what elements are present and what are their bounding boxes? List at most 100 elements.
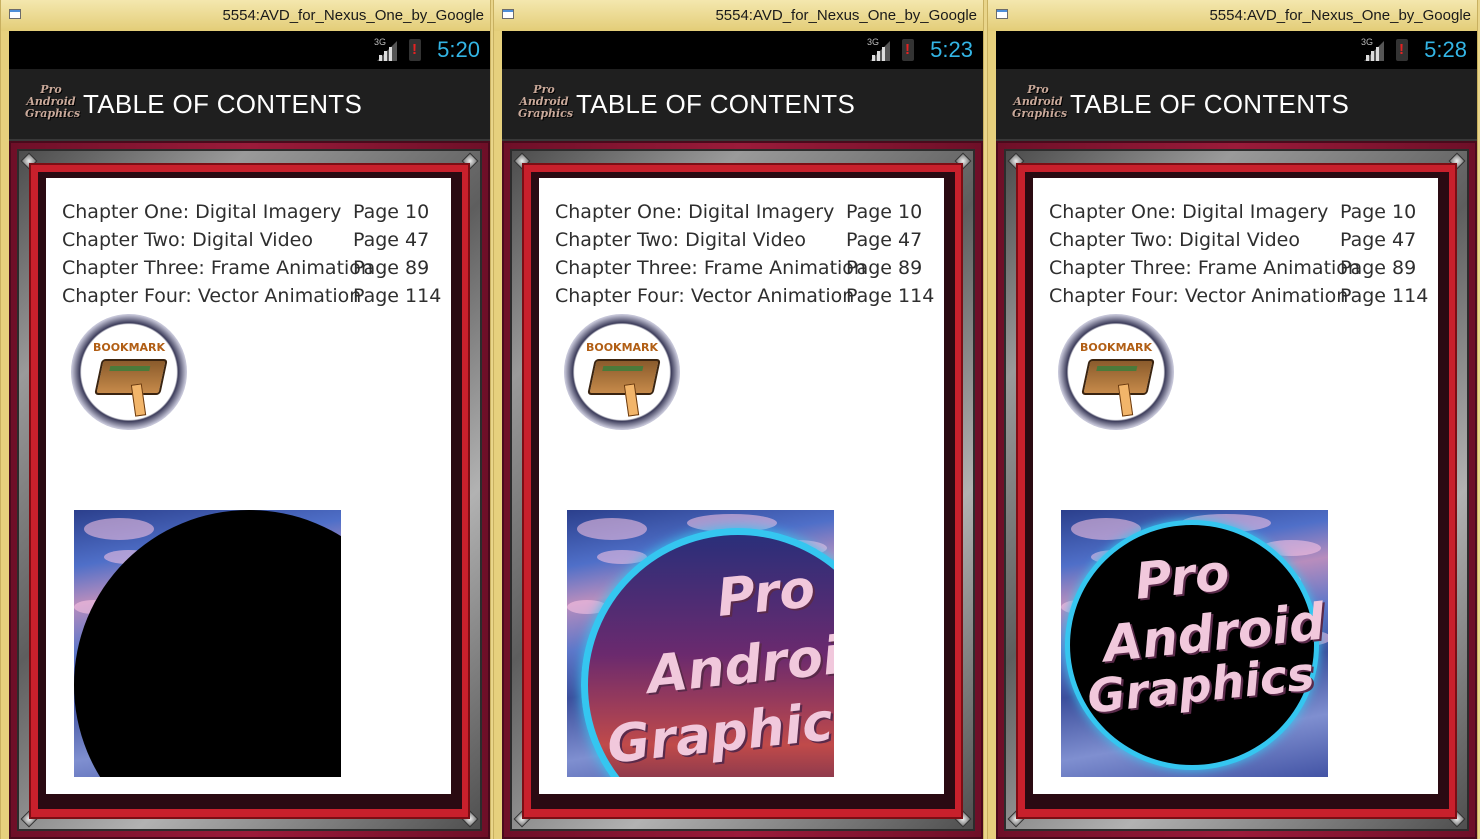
toc-page: Page 10 bbox=[1340, 201, 1417, 223]
toc-page: Page 10 bbox=[353, 201, 430, 223]
toc-row[interactable]: Chapter Three: Frame Animation Page 89 bbox=[1049, 254, 1428, 282]
signal-icon bbox=[377, 41, 397, 61]
content-page: Chapter One: Digital Imagery Page 10 Cha… bbox=[46, 178, 451, 794]
animated-logo-image[interactable]: Pro Android Graphic bbox=[567, 510, 834, 777]
status-clock: 5:28 bbox=[1424, 37, 1467, 62]
status-bar: 3G ! 5:23 bbox=[502, 31, 983, 69]
toc-row[interactable]: Chapter Two: Digital Video Page 47 bbox=[555, 226, 934, 254]
toc-chapter: Chapter Two: Digital Video bbox=[555, 229, 806, 251]
signal-icon bbox=[870, 41, 890, 61]
toc-chapter: Chapter One: Digital Imagery bbox=[555, 201, 835, 223]
logo-text-line: Pro bbox=[1132, 543, 1232, 611]
content-page: Chapter One: Digital Imagery Page 10 Cha… bbox=[539, 178, 944, 794]
app-logo-line: Graphics bbox=[25, 107, 81, 120]
battery-alert-mark: ! bbox=[1399, 41, 1404, 58]
cloud-shape bbox=[84, 518, 154, 540]
bookmark-label: BOOKMARK bbox=[585, 341, 659, 354]
app-logo-icon[interactable]: Pro Android Graphics bbox=[1012, 84, 1068, 124]
picture-frame: Chapter One: Digital Imagery Page 10 Cha… bbox=[9, 141, 490, 839]
toc-row[interactable]: Chapter Four: Vector Animation Page 114 bbox=[555, 282, 934, 310]
toc-row[interactable]: Chapter Two: Digital Video Page 47 bbox=[1049, 226, 1428, 254]
app-logo-icon[interactable]: Pro Android Graphics bbox=[25, 84, 81, 124]
toc-chapter: Chapter Three: Frame Animation bbox=[1049, 257, 1360, 279]
bookmark-button[interactable]: BOOKMARK bbox=[564, 314, 680, 430]
table-of-contents: Chapter One: Digital Imagery Page 10 Cha… bbox=[62, 198, 441, 310]
status-clock: 5:20 bbox=[437, 37, 480, 62]
animated-logo-image[interactable]: Pro Android Graphics bbox=[1061, 510, 1328, 777]
device-screen: 3G ! 5:20 Pro Android Graphics TABLE OF … bbox=[9, 31, 490, 839]
status-bar: 3G ! 5:28 bbox=[996, 31, 1477, 69]
window-title: 5554:AVD_for_Nexus_One_by_Google bbox=[1209, 7, 1471, 24]
toc-page: Page 47 bbox=[1340, 229, 1417, 251]
cloud-shape bbox=[577, 518, 647, 540]
app-title: TABLE OF CONTENTS bbox=[576, 89, 856, 119]
window-titlebar[interactable]: 5554:AVD_for_Nexus_One_by_Google bbox=[494, 0, 983, 31]
animated-logo-image[interactable] bbox=[74, 510, 341, 777]
window-title: 5554:AVD_for_Nexus_One_by_Google bbox=[222, 7, 484, 24]
toc-chapter: Chapter Three: Frame Animation bbox=[555, 257, 866, 279]
toc-chapter: Chapter Two: Digital Video bbox=[62, 229, 313, 251]
toc-chapter: Chapter Two: Digital Video bbox=[1049, 229, 1300, 251]
toc-row[interactable]: Chapter One: Digital Imagery Page 10 bbox=[555, 198, 934, 226]
table-of-contents: Chapter One: Digital Imagery Page 10 Cha… bbox=[1049, 198, 1428, 310]
battery-alert-mark: ! bbox=[412, 41, 417, 58]
signal-icon bbox=[1364, 41, 1384, 61]
window-icon[interactable] bbox=[9, 9, 21, 19]
bookmark-label: BOOKMARK bbox=[1079, 341, 1153, 354]
app-title: TABLE OF CONTENTS bbox=[1070, 89, 1350, 119]
window-title: 5554:AVD_for_Nexus_One_by_Google bbox=[715, 7, 977, 24]
app-title: TABLE OF CONTENTS bbox=[83, 89, 363, 119]
app-logo-line: Graphics bbox=[1012, 107, 1068, 120]
emulator-window: 5554:AVD_for_Nexus_One_by_Google 3G ! 5:… bbox=[987, 0, 1478, 839]
toc-page: Page 114 bbox=[846, 285, 935, 307]
toc-page: Page 89 bbox=[846, 257, 923, 279]
toc-page: Page 10 bbox=[846, 201, 923, 223]
battery-alert-icon: ! bbox=[1396, 39, 1408, 61]
battery-alert-mark: ! bbox=[905, 41, 910, 58]
toc-row[interactable]: Chapter Four: Vector Animation Page 114 bbox=[1049, 282, 1428, 310]
window-titlebar[interactable]: 5554:AVD_for_Nexus_One_by_Google bbox=[988, 0, 1477, 31]
emulator-window: 5554:AVD_for_Nexus_One_by_Google 3G ! 5:… bbox=[0, 0, 491, 839]
toc-row[interactable]: Chapter One: Digital Imagery Page 10 bbox=[1049, 198, 1428, 226]
status-bar: 3G ! 5:20 bbox=[9, 31, 490, 69]
toc-chapter: Chapter Four: Vector Animation bbox=[555, 285, 855, 307]
toc-row[interactable]: Chapter Three: Frame Animation Page 89 bbox=[62, 254, 441, 282]
table-of-contents: Chapter One: Digital Imagery Page 10 Cha… bbox=[555, 198, 934, 310]
toc-row[interactable]: Chapter One: Digital Imagery Page 10 bbox=[62, 198, 441, 226]
toc-row[interactable]: Chapter Four: Vector Animation Page 114 bbox=[62, 282, 441, 310]
bookmark-button[interactable]: BOOKMARK bbox=[71, 314, 187, 430]
content-page: Chapter One: Digital Imagery Page 10 Cha… bbox=[1033, 178, 1438, 794]
toc-chapter: Chapter One: Digital Imagery bbox=[62, 201, 342, 223]
action-bar: Pro Android Graphics TABLE OF CONTENTS bbox=[502, 69, 983, 141]
picture-frame: Chapter One: Digital Imagery Page 10 Cha… bbox=[502, 141, 983, 839]
toc-page: Page 47 bbox=[846, 229, 923, 251]
action-bar: Pro Android Graphics TABLE OF CONTENTS bbox=[996, 69, 1477, 141]
device-screen: 3G ! 5:23 Pro Android Graphics TABLE OF … bbox=[502, 31, 983, 839]
logo-text-line: Pro bbox=[714, 559, 818, 629]
window-icon[interactable] bbox=[996, 9, 1008, 19]
window-titlebar[interactable]: 5554:AVD_for_Nexus_One_by_Google bbox=[1, 0, 490, 31]
toc-page: Page 89 bbox=[1340, 257, 1417, 279]
battery-alert-icon: ! bbox=[902, 39, 914, 61]
window-icon[interactable] bbox=[502, 9, 514, 19]
emulator-window: 5554:AVD_for_Nexus_One_by_Google 3G ! 5:… bbox=[493, 0, 984, 839]
toc-chapter: Chapter One: Digital Imagery bbox=[1049, 201, 1329, 223]
toc-page: Page 114 bbox=[1340, 285, 1429, 307]
app-logo-icon[interactable]: Pro Android Graphics bbox=[518, 84, 574, 124]
bookmark-label: BOOKMARK bbox=[92, 341, 166, 354]
action-bar: Pro Android Graphics TABLE OF CONTENTS bbox=[9, 69, 490, 141]
picture-frame: Chapter One: Digital Imagery Page 10 Cha… bbox=[996, 141, 1477, 839]
toc-chapter: Chapter Three: Frame Animation bbox=[62, 257, 373, 279]
toc-chapter: Chapter Four: Vector Animation bbox=[62, 285, 362, 307]
toc-page: Page 114 bbox=[353, 285, 442, 307]
status-clock: 5:23 bbox=[930, 37, 973, 62]
toc-row[interactable]: Chapter Two: Digital Video Page 47 bbox=[62, 226, 441, 254]
bookmark-button[interactable]: BOOKMARK bbox=[1058, 314, 1174, 430]
device-screen: 3G ! 5:28 Pro Android Graphics TABLE OF … bbox=[996, 31, 1477, 839]
toc-page: Page 89 bbox=[353, 257, 430, 279]
toc-row[interactable]: Chapter Three: Frame Animation Page 89 bbox=[555, 254, 934, 282]
battery-alert-icon: ! bbox=[409, 39, 421, 61]
app-logo-line: Graphics bbox=[518, 107, 574, 120]
toc-page: Page 47 bbox=[353, 229, 430, 251]
logo-disc bbox=[74, 510, 341, 777]
